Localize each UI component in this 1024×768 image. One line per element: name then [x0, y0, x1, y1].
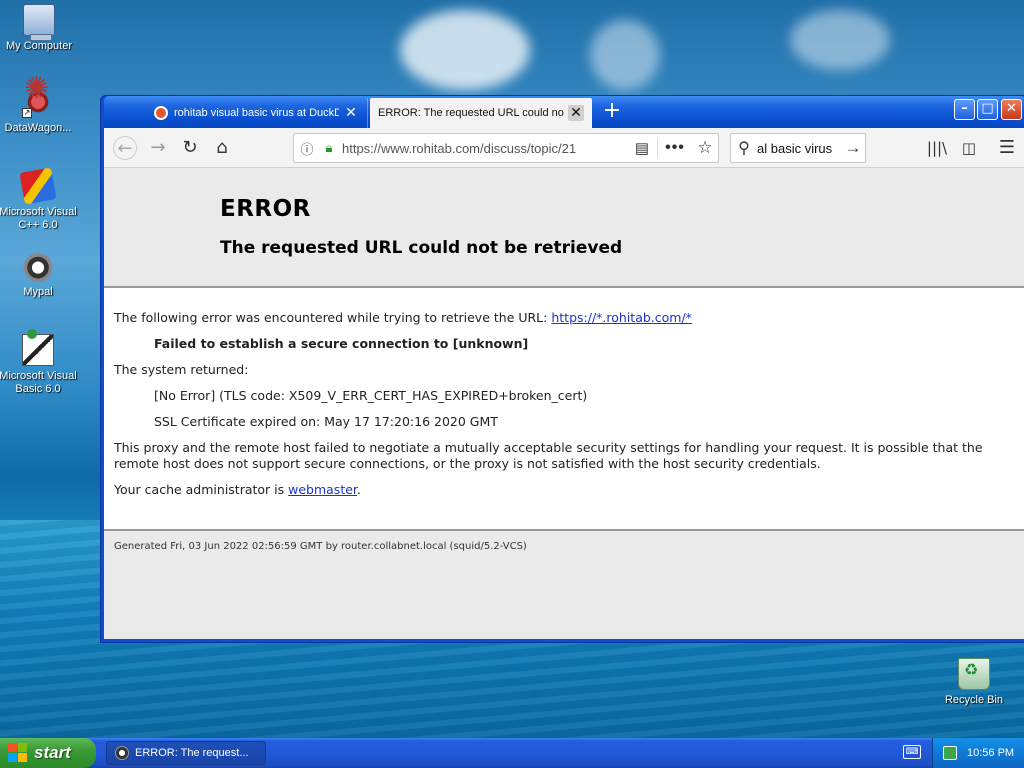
mypal-icon: [22, 250, 54, 282]
network-icon[interactable]: [943, 746, 957, 760]
start-button[interactable]: start: [0, 738, 96, 768]
url-bar[interactable]: ⓘ 🔒︎ https://www.rohitab.com/discuss/top…: [293, 133, 719, 163]
reload-icon[interactable]: ↻: [177, 136, 203, 160]
cert-expired: SSL Certificate expired on: May 17 17:20…: [154, 414, 498, 429]
tab-error[interactable]: ERROR: The requested URL could not b ✕: [370, 98, 592, 128]
desktop-icon-label: Microsoft Visual C++ 6.0: [0, 206, 77, 231]
mypal-icon: [115, 746, 129, 760]
desktop-icon-label: DataWagon...: [4, 122, 72, 134]
page-content: ERROR The requested URL could not be ret…: [104, 168, 1024, 639]
tls-error: [No Error] (TLS code: X509_V_ERR_CERT_HA…: [154, 388, 588, 403]
error-failure: Failed to establish a secure connection …: [154, 336, 529, 351]
desktop-icon-datawagon[interactable]: ↗ DataWagon...: [0, 82, 78, 135]
desktop-icon-visual-basic[interactable]: Microsoft Visual Basic 6.0: [0, 329, 78, 396]
page-title: ERROR: [220, 196, 311, 222]
desktop-icon-mypal[interactable]: Mypal: [0, 250, 78, 299]
search-input[interactable]: al basic virus: [757, 141, 841, 156]
url-input[interactable]: https://www.rohitab.com/discuss/topic/21: [338, 141, 627, 156]
recycle-bin-icon: [958, 658, 990, 690]
close-tab-icon[interactable]: ✕: [568, 105, 584, 121]
page-actions-icon[interactable]: •••: [658, 139, 692, 157]
desktop-icon-label: My Computer: [5, 40, 73, 52]
nav-toolbar: ← → ↻ ⌂ ⓘ 🔒︎ https://www.rohitab.com/dis…: [104, 128, 1024, 168]
error-body: The following error was encountered whil…: [104, 288, 1024, 498]
maximize-button[interactable]: □: [977, 99, 998, 120]
title-bar[interactable]: rohitab visual basic virus at DuckD ✕ ER…: [104, 96, 1024, 128]
page-subtitle: The requested URL could not be retrieved: [220, 238, 623, 258]
cache-admin: Your cache administrator is webmaster.: [114, 482, 1024, 498]
error-header: ERROR The requested URL could not be ret…: [104, 168, 1024, 288]
taskbar-item-browser[interactable]: ERROR: The request...: [106, 741, 266, 765]
start-label: start: [34, 743, 71, 762]
clock[interactable]: 10:56 PM: [967, 747, 1014, 759]
duckduckgo-icon: [154, 106, 168, 120]
reader-view-icon[interactable]: ▤: [627, 139, 657, 157]
bookmark-star-icon[interactable]: ☆: [692, 138, 718, 158]
computer-icon: [23, 4, 55, 41]
search-icon: ⚲: [738, 140, 750, 157]
new-tab-button[interactable]: +: [600, 100, 624, 124]
close-tab-icon[interactable]: ✕: [343, 105, 359, 121]
visual-basic-icon: [22, 329, 54, 366]
desktop-icon-label: Microsoft Visual Basic 6.0: [0, 370, 77, 395]
desktop-icon-my-computer[interactable]: My Computer: [0, 4, 79, 53]
desktop-cloud: [590, 20, 660, 90]
visual-cpp-icon: [19, 167, 57, 205]
search-bar[interactable]: ⚲ al basic virus →: [730, 133, 866, 163]
minimize-button[interactable]: –: [954, 99, 975, 120]
taskbar-item-label: ERROR: The request...: [135, 747, 249, 759]
desktop-icon-visual-cpp[interactable]: Microsoft Visual C++ 6.0: [0, 167, 78, 232]
desktop-icon-recycle-bin[interactable]: Recycle Bin: [934, 658, 1014, 707]
tab-label: ERROR: The requested URL could not b: [378, 107, 564, 119]
cache-admin-prefix: Your cache administrator is: [114, 482, 289, 497]
sidebar-icon[interactable]: ◫: [956, 136, 982, 160]
library-icon[interactable]: |||\: [924, 136, 950, 160]
info-icon[interactable]: ⓘ: [294, 139, 320, 158]
shortcut-arrow-icon: ↗: [22, 108, 32, 118]
error-url-link[interactable]: https://*.rohitab.com/*: [551, 310, 692, 325]
desktop-icon-label: Recycle Bin: [944, 694, 1004, 706]
close-window-button[interactable]: ✕: [1001, 99, 1022, 120]
desktop-icon-label: Mypal: [23, 286, 53, 298]
windows-flag-icon: [8, 743, 28, 763]
keyboard-icon[interactable]: ⌨: [903, 745, 921, 759]
webmaster-link[interactable]: webmaster: [288, 482, 357, 497]
error-explanation: This proxy and the remote host failed to…: [114, 440, 983, 471]
browser-window: rohitab visual basic virus at DuckD ✕ ER…: [100, 95, 1024, 643]
system-tray: 10:56 PM: [932, 738, 1024, 768]
back-icon[interactable]: ←: [113, 136, 137, 160]
menu-icon[interactable]: ☰: [994, 136, 1020, 160]
error-intro-text: The following error was encountered whil…: [114, 310, 548, 325]
error-intro: The following error was encountered whil…: [114, 310, 1024, 326]
datawagon-icon: ↗: [22, 82, 54, 118]
tab-duckduckgo[interactable]: rohitab visual basic virus at DuckD ✕: [146, 98, 368, 128]
lock-icon[interactable]: 🔒︎: [320, 140, 338, 156]
tab-label: rohitab visual basic virus at DuckD: [174, 107, 339, 119]
desktop-cloud: [790, 10, 890, 70]
home-icon[interactable]: ⌂: [209, 136, 235, 160]
system-returned-label: The system returned:: [114, 362, 249, 377]
search-go-icon[interactable]: →: [841, 138, 865, 158]
taskbar: start ERROR: The request... ⌨ 10:56 PM: [0, 738, 1024, 768]
desktop-cloud: [400, 10, 530, 90]
cache-admin-suffix: .: [356, 482, 361, 497]
forward-icon[interactable]: →: [145, 136, 171, 160]
error-footer: Generated Fri, 03 Jun 2022 02:56:59 GMT …: [104, 529, 1024, 639]
